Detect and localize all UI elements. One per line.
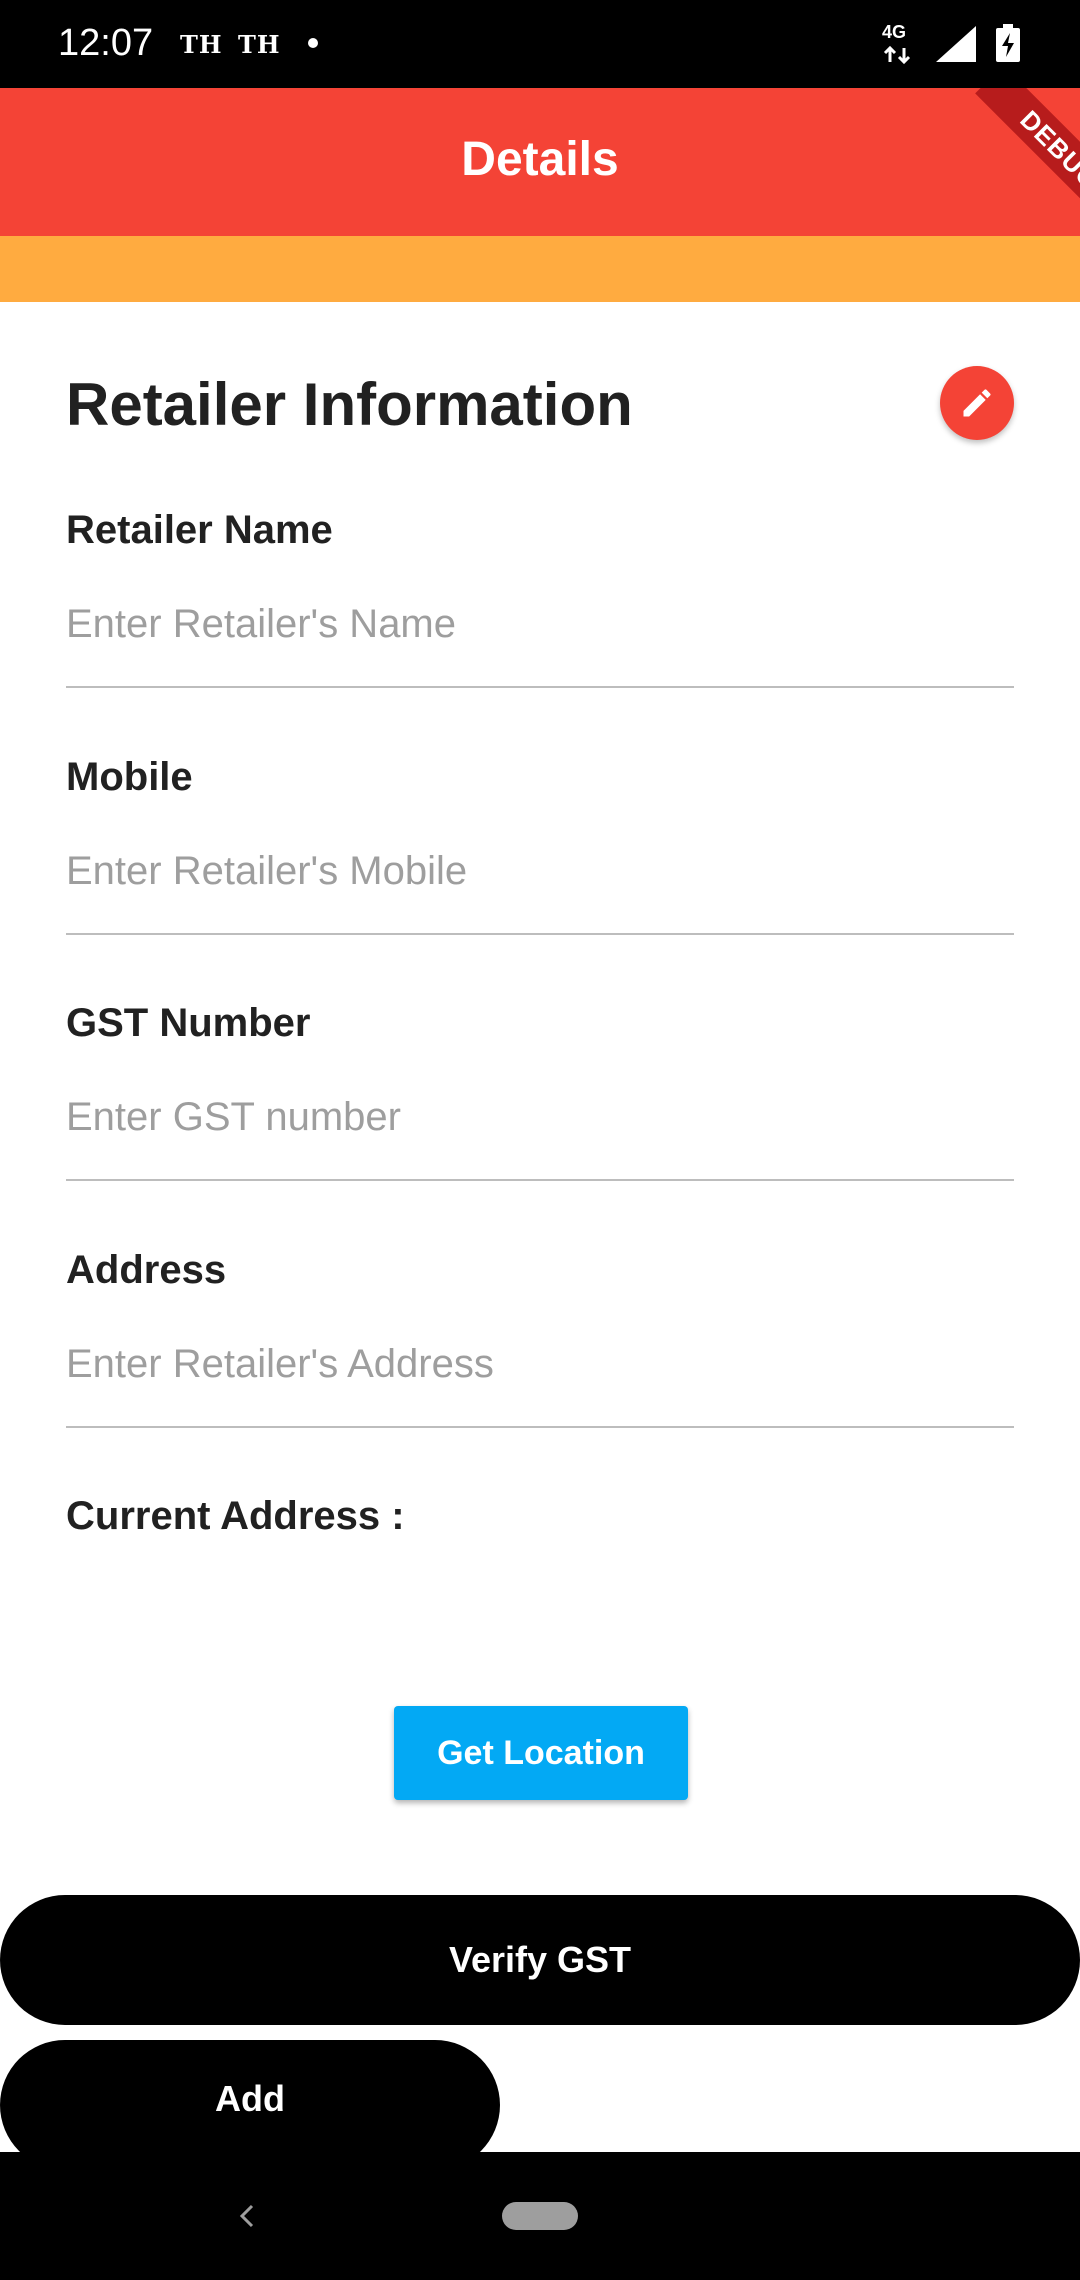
accent-strip bbox=[0, 236, 1080, 302]
address-underline bbox=[66, 1426, 1014, 1428]
retailer-name-underline bbox=[66, 686, 1014, 688]
mobile-input[interactable] bbox=[66, 836, 1014, 906]
gst-number-input[interactable] bbox=[66, 1082, 1014, 1152]
add-button[interactable]: Add bbox=[0, 2040, 500, 2170]
edit-button[interactable] bbox=[940, 366, 1014, 440]
system-nav-bar bbox=[0, 2152, 1080, 2280]
retailer-name-label: Retailer Name bbox=[66, 508, 333, 552]
carrier-label-1: TH bbox=[180, 30, 223, 59]
debug-banner-label: DEBUG bbox=[975, 88, 1080, 235]
page-title: Details bbox=[461, 133, 619, 186]
pencil-icon bbox=[963, 389, 991, 417]
signal-icon bbox=[936, 26, 976, 62]
gst-number-underline bbox=[66, 1179, 1014, 1181]
address-input[interactable] bbox=[66, 1329, 1014, 1399]
mobile-underline bbox=[66, 933, 1014, 935]
status-time: 12:07 bbox=[58, 22, 154, 64]
notification-dot-icon bbox=[308, 38, 318, 48]
battery-charging-icon bbox=[996, 24, 1020, 62]
current-address-label: Current Address : bbox=[66, 1494, 405, 1538]
mobile-label: Mobile bbox=[66, 755, 193, 799]
app-bar: Details bbox=[0, 88, 1080, 236]
carrier-label-2: TH bbox=[238, 30, 281, 59]
gst-number-label: GST Number bbox=[66, 1001, 311, 1045]
retailer-name-input[interactable] bbox=[66, 589, 1014, 659]
network-type-icon: 4G bbox=[880, 22, 920, 66]
home-pill-icon[interactable] bbox=[502, 2202, 578, 2230]
address-label: Address bbox=[66, 1248, 227, 1292]
get-location-button[interactable]: Get Location bbox=[394, 1706, 688, 1800]
section-title: Retailer Information bbox=[66, 371, 633, 438]
debug-banner: DEBUG bbox=[940, 88, 1080, 236]
status-bar: 12:07 TH TH 4G bbox=[0, 0, 1080, 88]
verify-gst-button[interactable]: Verify GST bbox=[0, 1895, 1080, 2025]
chevron-left-icon[interactable] bbox=[226, 2192, 266, 2240]
